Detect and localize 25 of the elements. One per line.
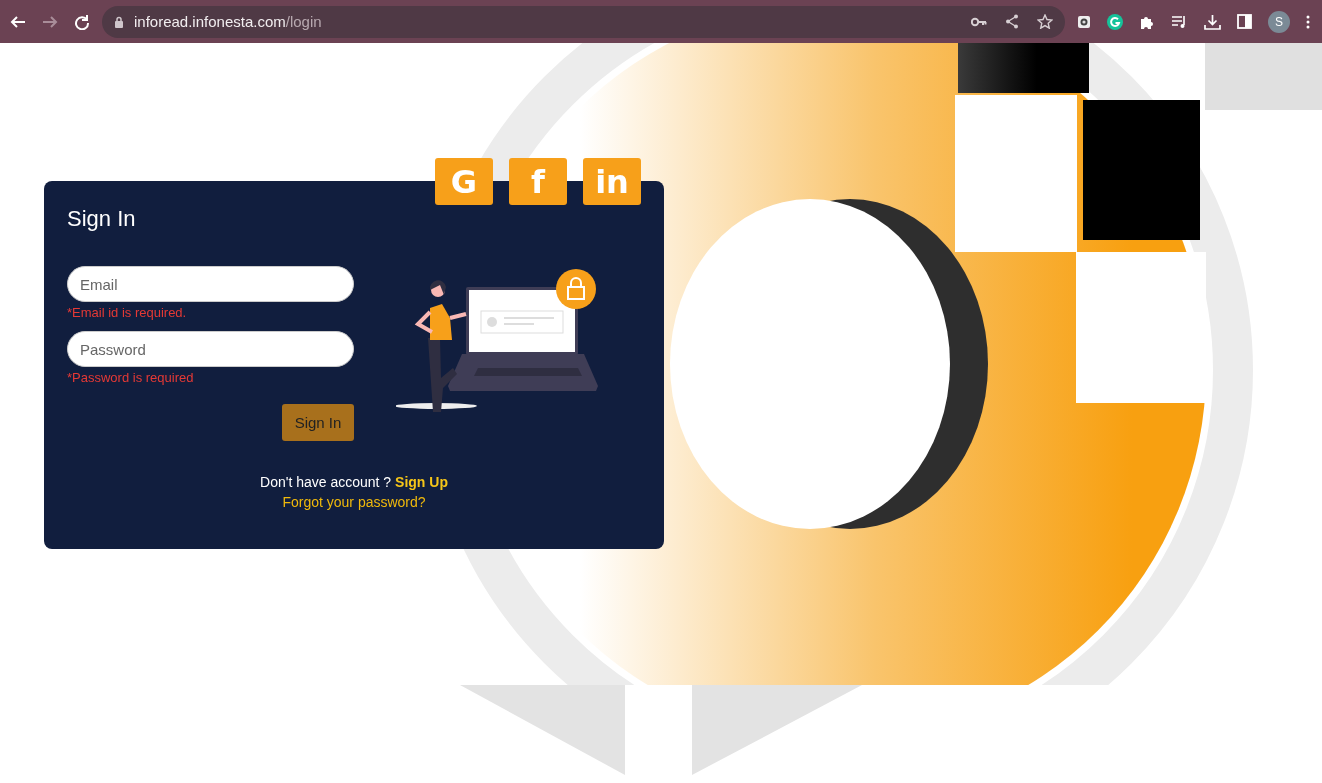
sign-in-button[interactable]: Sign In — [282, 404, 354, 441]
arrow-left-icon[interactable] — [10, 13, 26, 30]
sign-up-link[interactable]: Sign Up — [395, 474, 448, 490]
playlist-icon[interactable] — [1171, 14, 1188, 29]
profile-avatar[interactable]: S — [1268, 10, 1290, 33]
side-panel-icon[interactable] — [1237, 14, 1252, 29]
menu-icon[interactable] — [1306, 14, 1310, 29]
input-field[interactable]: Password — [67, 331, 354, 367]
lock-icon — [114, 15, 124, 28]
share-icon[interactable] — [1005, 14, 1019, 29]
social-login-button[interactable]: f — [509, 158, 567, 205]
url-text: inforead.infonesta.com/login — [134, 13, 322, 30]
key-icon[interactable] — [971, 16, 987, 27]
form-title: Sign In — [67, 205, 137, 233]
social-login-button[interactable]: G — [435, 158, 493, 205]
forgot-password-link[interactable]: Forgot your password? — [282, 494, 426, 510]
error-message: *Password is required — [67, 370, 195, 386]
error-message: *Email id is required. — [67, 305, 188, 321]
signup-prompt: Don't have account ? — [260, 474, 392, 490]
star-icon[interactable] — [1037, 14, 1053, 29]
address-bar[interactable]: inforead.infonesta.com/login — [102, 5, 1065, 38]
download-icon[interactable] — [1204, 13, 1221, 30]
social-login-button[interactable]: in — [583, 158, 641, 205]
reload-icon[interactable] — [74, 13, 90, 30]
input-field[interactable]: Email — [67, 266, 354, 302]
